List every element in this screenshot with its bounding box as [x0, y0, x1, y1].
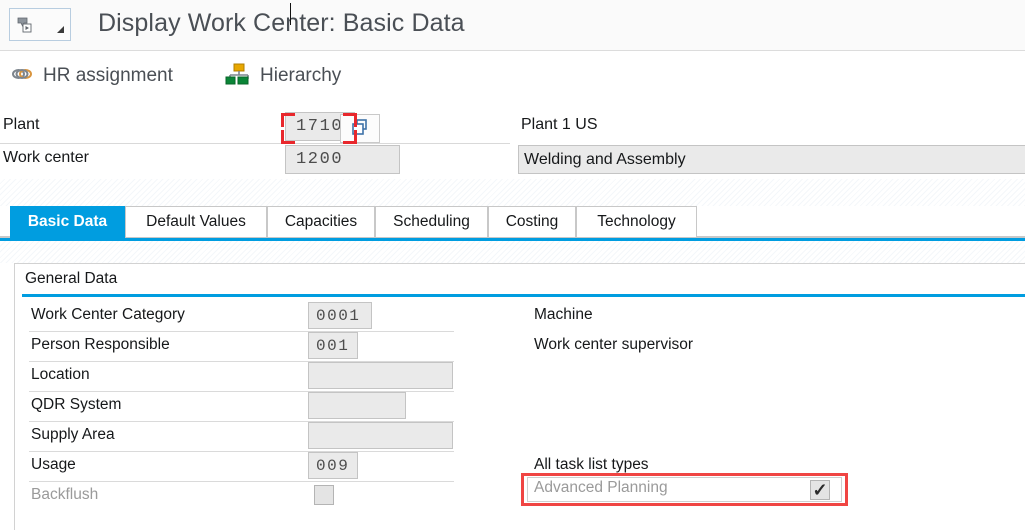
hierarchy-button[interactable]: Hierarchy [225, 59, 341, 93]
row-work-center-category: Work Center Category 0001 Machine [15, 302, 1025, 332]
background-strip-upper [0, 179, 1025, 206]
advanced-planning-label: Advanced Planning [534, 479, 668, 496]
row-backflush: Backflush [15, 482, 1025, 512]
panel-title: General Data [25, 270, 118, 287]
dropdown-corner-icon[interactable] [57, 26, 64, 33]
supply-area-input[interactable] [308, 422, 453, 449]
checkmark-icon: ✓ [812, 480, 828, 500]
row-qdr-system: QDR System [15, 392, 1025, 422]
hr-assignment-label: HR assignment [43, 65, 173, 86]
work-center-icon [15, 15, 35, 35]
background-strip-lower [0, 241, 1025, 263]
location-input[interactable] [308, 362, 453, 389]
tab-technology[interactable]: Technology [576, 206, 697, 238]
row-supply-area: Supply Area [15, 422, 1025, 452]
tab-capacities[interactable]: Capacities [267, 206, 375, 238]
backflush-label: Backflush [31, 486, 99, 503]
tab-default-values[interactable]: Default Values [125, 206, 267, 238]
key-fields-area: Plant 1710 Plant 1 US Work center 1200 W… [0, 101, 1025, 179]
qdr-system-input[interactable] [308, 392, 406, 419]
plant-description: Plant 1 US [521, 116, 598, 133]
work-center-row: Work center 1200 Welding and Assembly [0, 145, 1025, 176]
all-task-list-types-text: All task list types [534, 456, 649, 473]
plant-row: Plant 1710 Plant 1 US [0, 112, 1025, 143]
usage-label: Usage [31, 456, 76, 473]
machine-text: Machine [534, 306, 593, 323]
row-usage: Usage 009 All task list types [15, 452, 1025, 482]
plant-value-help-button[interactable] [340, 114, 380, 143]
hierarchy-label: Hierarchy [260, 65, 342, 86]
location-label: Location [31, 366, 90, 383]
work-center-shell-button[interactable] [9, 8, 71, 41]
hr-assignment-button[interactable]: HR assignment [10, 59, 173, 93]
page-title: Display Work Center: Basic Data [98, 9, 465, 37]
key-field-separator [0, 143, 510, 144]
qdr-system-label: QDR System [31, 396, 122, 413]
text-cursor [290, 3, 291, 25]
tab-costing[interactable]: Costing [488, 206, 576, 238]
row-location: Location [15, 362, 1025, 392]
work-center-label: Work center [3, 149, 89, 166]
person-responsible-input[interactable]: 001 [308, 332, 358, 359]
tab-active-caret-icon [60, 233, 74, 239]
panel-title-rule [22, 294, 1025, 297]
advanced-planning-checkbox: ✓ [810, 480, 830, 500]
general-data-panel: General Data Work Center Category 0001 M… [14, 263, 1025, 530]
supply-area-label: Supply Area [31, 426, 115, 443]
work-center-category-input[interactable]: 0001 [308, 302, 372, 329]
person-responsible-label: Person Responsible [31, 336, 170, 353]
tab-scheduling[interactable]: Scheduling [375, 206, 488, 238]
work-center-category-label: Work Center Category [31, 306, 185, 323]
hierarchy-icon [225, 62, 251, 90]
usage-input[interactable]: 009 [308, 452, 358, 479]
backflush-checkbox [314, 485, 334, 505]
work-center-supervisor-text: Work center supervisor [534, 336, 694, 353]
chain-link-icon [10, 64, 34, 88]
action-toolbar: HR assignment Hierarchy [0, 51, 1025, 101]
work-center-description: Welding and Assembly [518, 145, 1025, 174]
tab-bar: Basic Data Default Values Capacities Sch… [0, 206, 1025, 238]
restore-overlapping-squares-icon [350, 117, 370, 141]
plant-label: Plant [3, 116, 40, 133]
title-bar: Display Work Center: Basic Data [0, 0, 1025, 51]
row-person-responsible: Person Responsible 001 Work center super… [15, 332, 1025, 362]
work-center-input[interactable]: 1200 [285, 145, 400, 174]
